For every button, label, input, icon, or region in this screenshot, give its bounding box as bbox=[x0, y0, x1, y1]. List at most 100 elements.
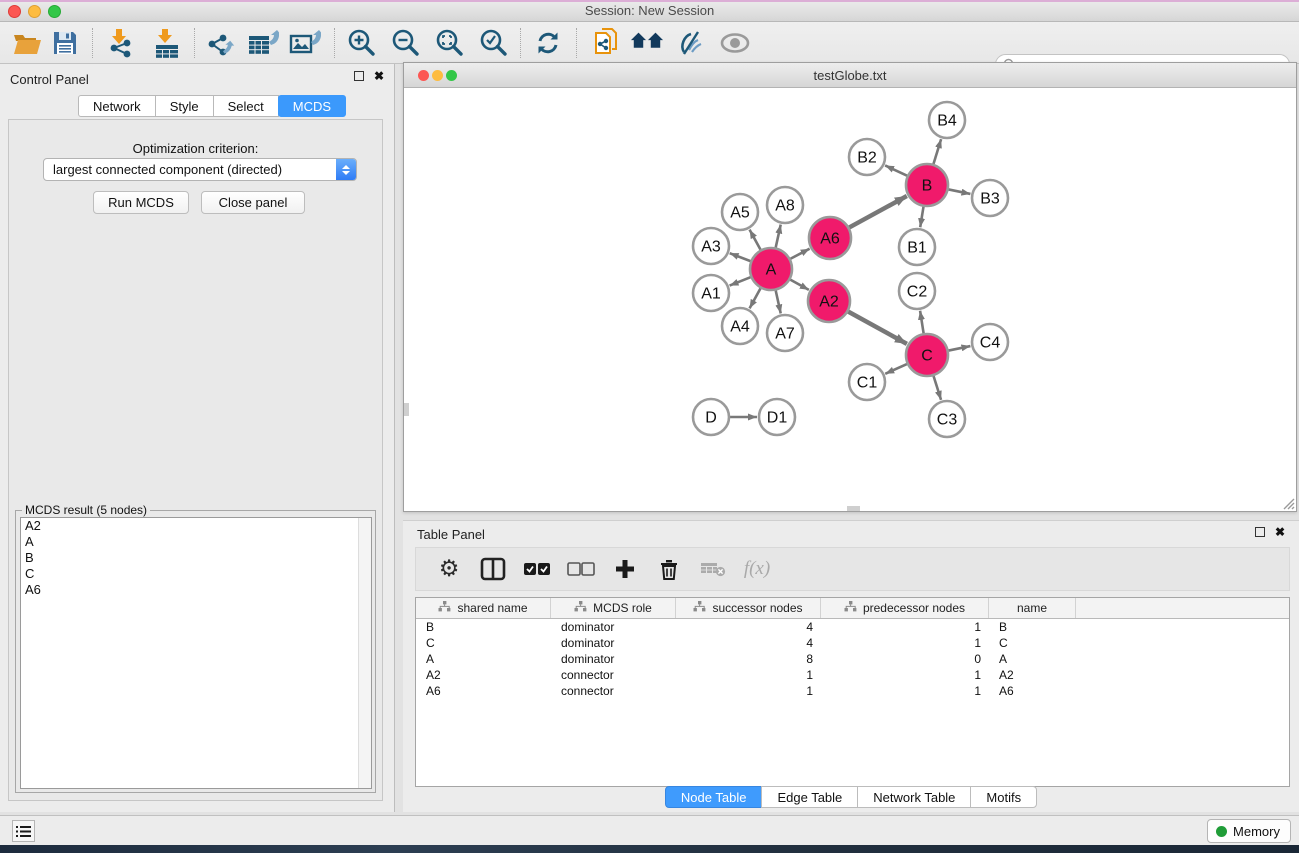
table-cell[interactable]: 8 bbox=[676, 651, 821, 667]
tab-edge-table[interactable]: Edge Table bbox=[761, 786, 858, 808]
table-cell[interactable]: C bbox=[989, 635, 1076, 651]
result-item[interactable]: A2 bbox=[21, 518, 371, 534]
table-cell[interactable]: B bbox=[989, 619, 1076, 635]
table-row[interactable]: Bdominator41B bbox=[416, 619, 1289, 635]
table-cell[interactable]: 1 bbox=[821, 683, 989, 699]
delete-column-icon[interactable] bbox=[654, 554, 684, 584]
column-header-MCDS-role[interactable]: MCDS role bbox=[551, 598, 676, 618]
node-C3[interactable]: C3 bbox=[929, 401, 965, 437]
node-A8[interactable]: A8 bbox=[767, 187, 803, 223]
column-header-name[interactable]: name bbox=[989, 598, 1076, 618]
eye-icon[interactable] bbox=[718, 28, 752, 58]
table-cell[interactable]: A bbox=[416, 651, 551, 667]
table-cell[interactable]: connector bbox=[551, 667, 676, 683]
network-vertical-scrollbar[interactable] bbox=[404, 403, 409, 416]
result-item[interactable]: A bbox=[21, 534, 371, 550]
edge-A-A3[interactable] bbox=[730, 253, 751, 261]
resize-grip-icon[interactable] bbox=[1281, 496, 1295, 510]
edge-C-C1[interactable] bbox=[885, 364, 907, 374]
optimization-criterion-select[interactable]: largest connected component (directed) bbox=[43, 158, 357, 181]
edge-A6-B[interactable] bbox=[849, 196, 907, 227]
table-cell[interactable]: C bbox=[416, 635, 551, 651]
copy-network-icon[interactable] bbox=[590, 28, 624, 58]
run-mcds-button[interactable]: Run MCDS bbox=[93, 191, 189, 214]
edge-A-A8[interactable] bbox=[776, 225, 781, 248]
node-A4[interactable]: A4 bbox=[722, 308, 758, 344]
settings-gear-icon[interactable]: ⚙ bbox=[434, 554, 464, 584]
table-cell[interactable]: 4 bbox=[676, 635, 821, 651]
table-cell[interactable]: 1 bbox=[676, 667, 821, 683]
import-table-icon[interactable] bbox=[150, 28, 184, 58]
table-cell[interactable]: B bbox=[416, 619, 551, 635]
node-C4[interactable]: C4 bbox=[972, 324, 1008, 360]
edge-A2-C[interactable] bbox=[848, 312, 907, 344]
zoom-fit-icon[interactable] bbox=[432, 28, 466, 58]
zoom-in-icon[interactable] bbox=[344, 28, 378, 58]
node-C1[interactable]: C1 bbox=[849, 364, 885, 400]
home-icon[interactable] bbox=[630, 28, 664, 58]
table-row[interactable]: A6connector11A6 bbox=[416, 683, 1289, 699]
edge-C-C3[interactable] bbox=[934, 376, 941, 400]
tab-motifs[interactable]: Motifs bbox=[970, 786, 1037, 808]
details-toggle-icon[interactable] bbox=[674, 28, 708, 58]
task-history-button[interactable] bbox=[12, 820, 35, 842]
import-network-icon[interactable] bbox=[104, 28, 138, 58]
table-cell[interactable]: 1 bbox=[676, 683, 821, 699]
open-session-icon[interactable] bbox=[10, 28, 44, 58]
node-B2[interactable]: B2 bbox=[849, 139, 885, 175]
create-column-icon[interactable] bbox=[610, 554, 640, 584]
edge-B-B1[interactable] bbox=[920, 207, 923, 228]
node-D1[interactable]: D1 bbox=[759, 399, 795, 435]
table-cell[interactable]: A6 bbox=[416, 683, 551, 699]
node-B1[interactable]: B1 bbox=[899, 229, 935, 265]
table-cell[interactable]: A6 bbox=[989, 683, 1076, 699]
result-item[interactable]: A6 bbox=[21, 582, 371, 598]
table-cell[interactable]: connector bbox=[551, 683, 676, 699]
table-cell[interactable]: dominator bbox=[551, 635, 676, 651]
node-B3[interactable]: B3 bbox=[972, 180, 1008, 216]
table-cell[interactable]: A2 bbox=[989, 667, 1076, 683]
export-table-icon[interactable] bbox=[246, 28, 280, 58]
network-window-titlebar[interactable]: testGlobe.txt bbox=[404, 63, 1296, 88]
result-item[interactable]: B bbox=[21, 550, 371, 566]
column-header-predecessor-nodes[interactable]: predecessor nodes bbox=[821, 598, 989, 618]
memory-button[interactable]: Memory bbox=[1207, 819, 1291, 843]
table-cell[interactable]: A bbox=[989, 651, 1076, 667]
edge-A-A1[interactable] bbox=[730, 277, 751, 285]
table-cell[interactable]: 4 bbox=[676, 619, 821, 635]
table-cell[interactable]: 1 bbox=[821, 635, 989, 651]
zoom-out-icon[interactable] bbox=[388, 28, 422, 58]
zoom-selected-icon[interactable] bbox=[476, 28, 510, 58]
close-panel-button[interactable]: Close panel bbox=[201, 191, 305, 214]
export-network-icon[interactable] bbox=[204, 28, 238, 58]
column-header-successor-nodes[interactable]: successor nodes bbox=[676, 598, 821, 618]
edge-B-B4[interactable] bbox=[933, 139, 941, 164]
table-row[interactable]: A2connector11A2 bbox=[416, 667, 1289, 683]
node-C[interactable]: C bbox=[906, 334, 948, 376]
tab-mcds[interactable]: MCDS bbox=[278, 95, 346, 117]
table-cell[interactable]: 0 bbox=[821, 651, 989, 667]
node-D[interactable]: D bbox=[693, 399, 729, 435]
node-C2[interactable]: C2 bbox=[899, 273, 935, 309]
node-A2[interactable]: A2 bbox=[808, 280, 850, 322]
edge-B-B3[interactable] bbox=[949, 189, 971, 194]
table-cell[interactable]: 1 bbox=[821, 619, 989, 635]
table-cell[interactable]: 1 bbox=[821, 667, 989, 683]
deselect-all-icon[interactable] bbox=[566, 554, 596, 584]
tab-network-table[interactable]: Network Table bbox=[857, 786, 971, 808]
close-table-panel-icon[interactable]: ✖ bbox=[1275, 527, 1285, 537]
network-horizontal-scrollbar[interactable] bbox=[847, 506, 860, 511]
tab-select[interactable]: Select bbox=[213, 95, 279, 117]
result-scrollbar[interactable] bbox=[358, 518, 371, 788]
edge-B-B2[interactable] bbox=[885, 165, 907, 175]
tab-style[interactable]: Style bbox=[155, 95, 214, 117]
edge-A-A2[interactable] bbox=[790, 280, 809, 290]
node-A1[interactable]: A1 bbox=[693, 275, 729, 311]
edge-A-A6[interactable] bbox=[790, 249, 809, 259]
node-A3[interactable]: A3 bbox=[693, 228, 729, 264]
edge-C-C2[interactable] bbox=[920, 311, 924, 334]
toggle-panel-icon[interactable] bbox=[478, 554, 508, 584]
node-A7[interactable]: A7 bbox=[767, 315, 803, 351]
select-all-icon[interactable] bbox=[522, 554, 552, 584]
node-B4[interactable]: B4 bbox=[929, 102, 965, 138]
